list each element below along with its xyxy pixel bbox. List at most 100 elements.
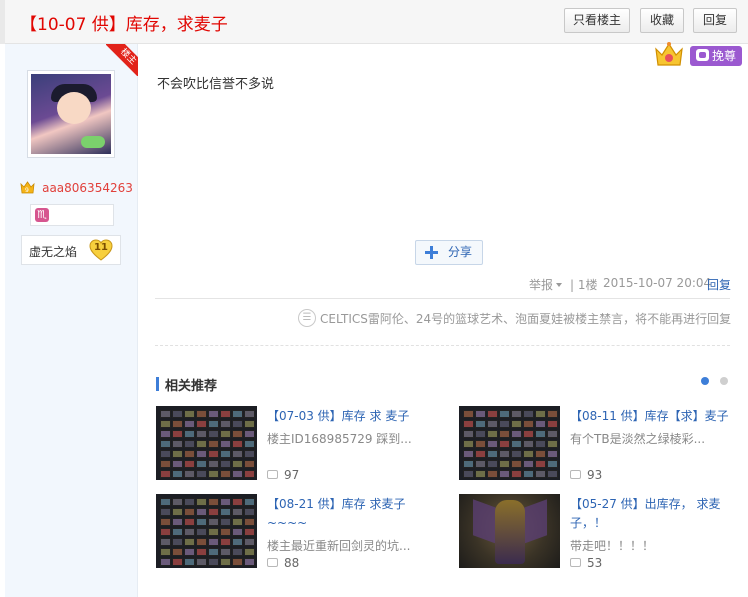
related-item[interactable]: 【08-21 供】库存 求麦子 ~~~~ 楼主最近重新回剑灵的坑... 88 xyxy=(156,494,446,574)
inventory-slot xyxy=(547,450,558,458)
carousel-dot-active[interactable] xyxy=(701,377,709,385)
inventory-slot xyxy=(208,538,219,546)
related-thumbnail[interactable] xyxy=(459,494,560,568)
report-dropdown[interactable]: 举报 xyxy=(529,276,563,292)
inventory-slot xyxy=(160,460,171,468)
inventory-slot xyxy=(523,450,534,458)
related-item-desc: 有个TB是淡然之绿棱彩... xyxy=(570,432,706,446)
comment-icon xyxy=(570,470,581,479)
title-bar-accent xyxy=(0,0,5,44)
inventory-slot xyxy=(511,430,522,438)
inventory-slot xyxy=(244,470,255,478)
inventory-slot xyxy=(547,440,558,448)
inventory-slot xyxy=(208,410,219,418)
ban-icon: ☰ xyxy=(298,309,316,327)
avatar-face xyxy=(57,92,91,124)
inventory-slot xyxy=(232,558,243,566)
inventory-slot xyxy=(244,518,255,526)
inventory-slot xyxy=(196,498,207,506)
inventory-slot xyxy=(475,430,486,438)
inventory-slot xyxy=(475,420,486,428)
inventory-slot xyxy=(244,528,255,536)
inventory-slot xyxy=(172,528,183,536)
inventory-slot xyxy=(160,548,171,556)
related-item[interactable]: 【07-03 供】库存 求 麦子 楼主ID168985729 踩到... 97 xyxy=(156,406,446,486)
inventory-slot xyxy=(172,460,183,468)
favorite-button[interactable]: 收藏 xyxy=(640,8,684,33)
hand-icon xyxy=(696,49,709,61)
inventory-slot xyxy=(535,460,546,468)
inventory-slot xyxy=(220,528,231,536)
related-thumbnail[interactable] xyxy=(459,406,560,480)
wanzun-button[interactable]: 挽尊 xyxy=(690,46,742,66)
reply-button[interactable]: 回复 xyxy=(693,8,737,33)
inventory-slot xyxy=(547,410,558,418)
inventory-slot xyxy=(208,498,219,506)
inventory-slot xyxy=(172,410,183,418)
inventory-slot xyxy=(160,470,171,478)
inventory-slot xyxy=(196,410,207,418)
inventory-slot xyxy=(184,528,195,536)
share-button[interactable]: 分享 xyxy=(415,240,483,265)
inventory-slot xyxy=(499,460,510,468)
carousel-dot[interactable] xyxy=(720,377,728,385)
inventory-slot xyxy=(184,450,195,458)
level-number: 11 xyxy=(94,242,108,253)
inventory-slot xyxy=(184,548,195,556)
inventory-slot xyxy=(511,410,522,418)
floor-reply-link[interactable]: 回复 xyxy=(707,276,731,292)
inventory-slot xyxy=(244,450,255,458)
inventory-slot xyxy=(547,460,558,468)
reply-count: 88 xyxy=(284,556,300,570)
inventory-slot xyxy=(511,450,522,458)
inventory-slot xyxy=(196,420,207,428)
related-item[interactable]: 【05-27 供】出库存， 求麦子，！ 带走吧！！！！ 53 xyxy=(459,494,748,574)
related-item-title[interactable]: 【08-11 供】库存【求】麦子 xyxy=(570,407,745,426)
inventory-slot xyxy=(196,430,207,438)
inventory-slot xyxy=(220,518,231,526)
inventory-slot xyxy=(220,558,231,566)
inventory-slot xyxy=(220,548,231,556)
inventory-slot xyxy=(196,508,207,516)
inventory-slot xyxy=(232,420,243,428)
inventory-slot xyxy=(487,470,498,478)
inventory-slot xyxy=(220,450,231,458)
related-item-count: 88 xyxy=(267,556,299,570)
inventory-slot xyxy=(184,430,195,438)
inventory-slot xyxy=(220,538,231,546)
zodiac-badge[interactable]: ♏ xyxy=(30,204,114,226)
inventory-slot xyxy=(475,410,486,418)
only-author-button[interactable]: 只看楼主 xyxy=(564,8,630,33)
related-thumbnail[interactable] xyxy=(156,406,257,480)
inventory-slot xyxy=(172,420,183,428)
inventory-slot xyxy=(511,470,522,478)
inventory-slot xyxy=(220,430,231,438)
avatar[interactable] xyxy=(27,70,115,158)
related-thumbnail[interactable] xyxy=(156,494,257,568)
related-item[interactable]: 【08-11 供】库存【求】麦子 有个TB是淡然之绿棱彩... 93 xyxy=(459,406,748,486)
inventory-slot xyxy=(208,440,219,448)
inventory-slot xyxy=(547,470,558,478)
inventory-slot xyxy=(535,440,546,448)
related-item-title[interactable]: 【08-21 供】库存 求麦子 ~~~~ xyxy=(267,495,442,533)
inventory-slot xyxy=(160,508,171,516)
inventory-slot xyxy=(160,430,171,438)
inventory-slot xyxy=(196,460,207,468)
username[interactable]: aaa806354263 xyxy=(42,181,133,195)
inventory-slot xyxy=(160,558,171,566)
related-item-count: 97 xyxy=(267,468,299,482)
inventory-slot xyxy=(208,558,219,566)
related-item-title[interactable]: 【05-27 供】出库存， 求麦子，！ xyxy=(570,495,745,533)
inventory-slot xyxy=(208,450,219,458)
inventory-slot xyxy=(535,470,546,478)
inventory-slot xyxy=(523,440,534,448)
related-item-desc: 楼主最近重新回剑灵的坑... xyxy=(267,539,411,553)
inventory-slot xyxy=(463,460,474,468)
inventory-slot xyxy=(172,518,183,526)
reply-count: 53 xyxy=(587,556,603,570)
related-item-title[interactable]: 【07-03 供】库存 求 麦子 xyxy=(267,407,442,426)
level-badge[interactable]: 虚无之焰 11 xyxy=(21,235,121,265)
inventory-slot xyxy=(511,420,522,428)
hero-figure xyxy=(495,500,525,564)
inventory-slot xyxy=(208,420,219,428)
